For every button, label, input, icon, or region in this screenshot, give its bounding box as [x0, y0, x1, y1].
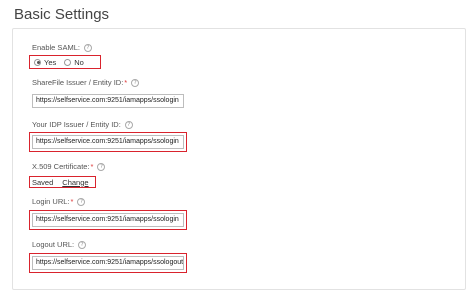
required-marker: * [70, 197, 74, 206]
certificate-status: Saved [32, 177, 54, 187]
page-title: Basic Settings [14, 6, 110, 23]
logout-url-label-text: Logout URL: [32, 240, 75, 249]
login-url-label-text: Login URL: [32, 197, 70, 206]
login-url-label: Login URL: * ? [32, 197, 86, 206]
entity-id-input[interactable]: https://selfservice.com:9251/iamapps/sso… [32, 94, 184, 108]
help-icon[interactable]: ? [83, 43, 92, 52]
enable-saml-label-text: Enable SAML: [32, 43, 80, 52]
logout-url-label: Logout URL: ? [32, 240, 87, 249]
required-marker: * [124, 78, 128, 87]
saml-no-label: No [74, 57, 84, 67]
help-icon[interactable]: ? [77, 197, 86, 206]
radio-unchecked-icon[interactable] [64, 58, 72, 66]
idp-issuer-input[interactable]: https://selfservice.com:9251/iamapps/sso… [32, 135, 184, 149]
enable-saml-label: Enable SAML: ? [32, 43, 92, 52]
login-url-input[interactable]: https://selfservice.com:9251/iamapps/sso… [32, 213, 184, 227]
saml-no-radio[interactable]: No [64, 58, 84, 67]
change-certificate-link[interactable]: Change [62, 178, 88, 187]
certificate-label-text: X.509 Certificate: [32, 162, 90, 171]
entity-id-label-text: ShareFile Issuer / Entity ID: [32, 78, 124, 87]
enable-saml-radio-group: Yes No [29, 55, 101, 69]
help-icon[interactable]: ? [124, 120, 133, 129]
help-icon[interactable]: ? [78, 240, 87, 249]
certificate-status-row: Saved Change [29, 176, 96, 188]
certificate-label: X.509 Certificate: * ? [32, 162, 106, 171]
idp-issuer-label-text: Your IDP Issuer / Entity ID: [32, 120, 121, 129]
logout-url-input[interactable]: https://selfservice.com:9251/iamapps/sso… [32, 256, 184, 270]
entity-id-label: ShareFile Issuer / Entity ID: * ? [32, 78, 140, 87]
help-icon[interactable]: ? [97, 162, 106, 171]
required-marker: * [90, 162, 94, 171]
saml-yes-label: Yes [44, 57, 57, 67]
saml-yes-radio[interactable]: Yes [34, 58, 56, 67]
idp-issuer-label: Your IDP Issuer / Entity ID: ? [32, 120, 133, 129]
radio-checked-icon[interactable] [34, 58, 41, 66]
help-icon[interactable]: ? [131, 78, 140, 87]
